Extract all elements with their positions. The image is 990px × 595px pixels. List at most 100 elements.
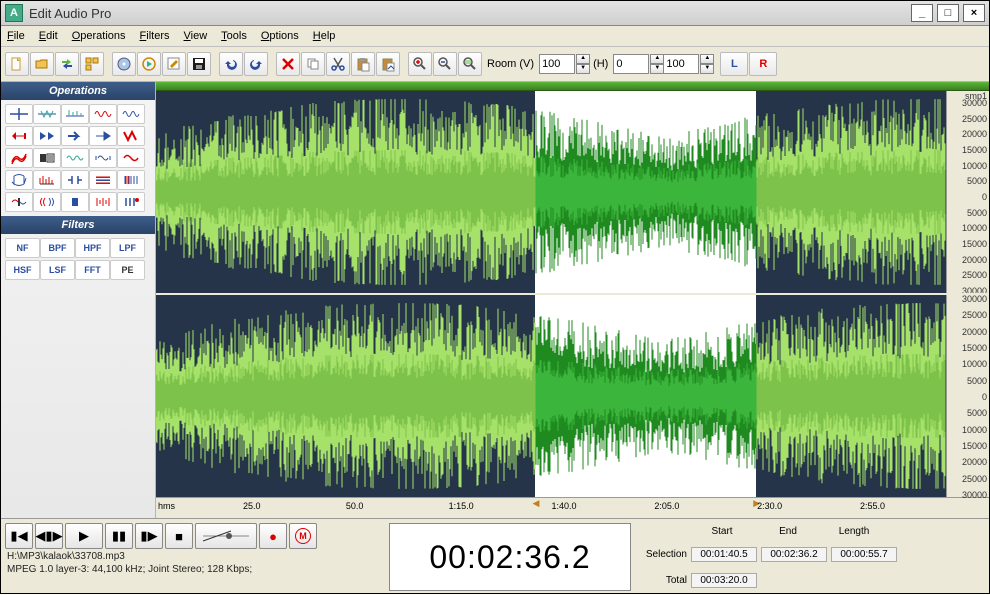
- play-preview-button[interactable]: [137, 52, 161, 76]
- menu-view[interactable]: View: [184, 30, 208, 42]
- zoom-in-button[interactable]: [408, 52, 432, 76]
- filter-fft-button[interactable]: FFT: [75, 260, 110, 280]
- menu-options[interactable]: Options: [261, 30, 299, 42]
- op-button[interactable]: [117, 148, 145, 168]
- room-h-spinner[interactable]: ▲▼: [650, 54, 662, 74]
- op-button[interactable]: [33, 104, 61, 124]
- op-button[interactable]: [89, 126, 117, 146]
- room-h2-input[interactable]: [663, 54, 699, 74]
- main-area: Operations: [1, 82, 989, 518]
- operations-panel-header[interactable]: Operations: [1, 82, 155, 100]
- file-path-label: H:\MP3\kalaok\33708.mp3: [5, 551, 385, 562]
- convert-button[interactable]: [55, 52, 79, 76]
- op-button[interactable]: [33, 126, 61, 146]
- op-button[interactable]: [5, 148, 33, 168]
- op-button[interactable]: [61, 170, 89, 190]
- time-tick: 50.0: [346, 501, 364, 511]
- copy-button[interactable]: [301, 52, 325, 76]
- op-button[interactable]: [61, 126, 89, 146]
- zoom-out-button[interactable]: [433, 52, 457, 76]
- room-h-input[interactable]: [613, 54, 649, 74]
- filter-hpf-button[interactable]: HPF: [75, 238, 110, 258]
- menu-tools[interactable]: Tools: [221, 30, 247, 42]
- op-button[interactable]: [33, 192, 61, 212]
- menu-file[interactable]: File: [7, 30, 25, 42]
- menu-help[interactable]: Help: [313, 30, 336, 42]
- room-v-input[interactable]: [539, 54, 575, 74]
- op-button[interactable]: [5, 126, 33, 146]
- time-ruler[interactable]: hms ◀ ▶ 25.050.01:15.01:40.02:05.02:30.0…: [156, 497, 989, 518]
- time-tick: 25.0: [243, 501, 261, 511]
- redo-button[interactable]: [244, 52, 268, 76]
- save-button[interactable]: [187, 52, 211, 76]
- filter-lsf-button[interactable]: LSF: [40, 260, 75, 280]
- op-button[interactable]: [33, 170, 61, 190]
- amplitude-tick: 10000: [949, 224, 987, 233]
- current-time: 00:02:36.2: [429, 539, 590, 576]
- op-button[interactable]: [117, 104, 145, 124]
- amplitude-tick: 10000: [949, 360, 987, 369]
- right-channel-button[interactable]: R: [749, 52, 777, 76]
- left-channel-waveform[interactable]: [156, 91, 946, 293]
- minimize-button[interactable]: _: [911, 4, 933, 22]
- op-button[interactable]: [5, 170, 33, 190]
- menu-operations[interactable]: Operations: [72, 30, 126, 42]
- zoom-selection-button[interactable]: [458, 52, 482, 76]
- batch-button[interactable]: [80, 52, 104, 76]
- op-button[interactable]: [89, 104, 117, 124]
- amplitude-tick: 20000: [949, 458, 987, 467]
- filter-lpf-button[interactable]: LPF: [110, 238, 145, 258]
- op-button[interactable]: [61, 104, 89, 124]
- rewind-button[interactable]: ◀▮▶: [35, 523, 63, 549]
- step-forward-button[interactable]: ▮▶: [135, 523, 163, 549]
- op-button[interactable]: [89, 192, 117, 212]
- op-button[interactable]: [117, 192, 145, 212]
- delete-button[interactable]: [276, 52, 300, 76]
- menu-edit[interactable]: Edit: [39, 30, 58, 42]
- op-button[interactable]: [117, 170, 145, 190]
- goto-start-button[interactable]: ▮◀: [5, 523, 33, 549]
- record-button[interactable]: ●: [259, 523, 287, 549]
- left-channel-button[interactable]: L: [720, 52, 748, 76]
- new-file-button[interactable]: [5, 52, 29, 76]
- op-button[interactable]: [117, 126, 145, 146]
- timeline-overview[interactable]: [156, 82, 989, 91]
- paste-mix-button[interactable]: [376, 52, 400, 76]
- stop-button[interactable]: ■: [165, 523, 193, 549]
- room-v-label: Room (V): [487, 58, 534, 70]
- op-button[interactable]: [61, 192, 89, 212]
- selection-end-value[interactable]: 00:02:36.2: [761, 547, 827, 562]
- filter-hsf-button[interactable]: HSF: [5, 260, 40, 280]
- selection-start-value[interactable]: 00:01:40.5: [691, 547, 757, 562]
- close-button[interactable]: ×: [963, 4, 985, 22]
- amplitude-tick: 30000: [949, 99, 987, 108]
- op-button[interactable]: [61, 148, 89, 168]
- cut-button[interactable]: [326, 52, 350, 76]
- maximize-button[interactable]: □: [937, 4, 959, 22]
- cd-button[interactable]: [112, 52, 136, 76]
- op-button[interactable]: [89, 170, 117, 190]
- op-button[interactable]: [89, 148, 117, 168]
- play-button[interactable]: ▶: [65, 523, 103, 549]
- edit-tool-button[interactable]: [162, 52, 186, 76]
- paste-button[interactable]: [351, 52, 375, 76]
- amplitude-tick: 5000: [949, 409, 987, 418]
- op-button[interactable]: [33, 148, 61, 168]
- filter-nf-button[interactable]: NF: [5, 238, 40, 258]
- menu-filters[interactable]: Filters: [140, 30, 170, 42]
- room-h2-spinner[interactable]: ▲▼: [700, 54, 712, 74]
- filter-bpf-button[interactable]: BPF: [40, 238, 75, 258]
- selection-length-value[interactable]: 00:00:55.7: [831, 547, 897, 562]
- op-button[interactable]: [5, 104, 33, 124]
- filter-pe-button[interactable]: PE: [110, 260, 145, 280]
- open-file-button[interactable]: [30, 52, 54, 76]
- room-v-spinner[interactable]: ▲▼: [576, 54, 588, 74]
- fade-slider[interactable]: [195, 523, 257, 549]
- op-button[interactable]: [5, 192, 33, 212]
- marker-button[interactable]: M: [289, 523, 317, 549]
- pause-button[interactable]: ▮▮: [105, 523, 133, 549]
- right-channel-waveform[interactable]: [156, 295, 946, 497]
- bottom-panel: ▮◀ ◀▮▶ ▶ ▮▮ ▮▶ ■ ● M H:\MP3\kalaok\33708…: [1, 518, 989, 595]
- undo-button[interactable]: [219, 52, 243, 76]
- filters-panel-header[interactable]: Filters: [1, 216, 155, 234]
